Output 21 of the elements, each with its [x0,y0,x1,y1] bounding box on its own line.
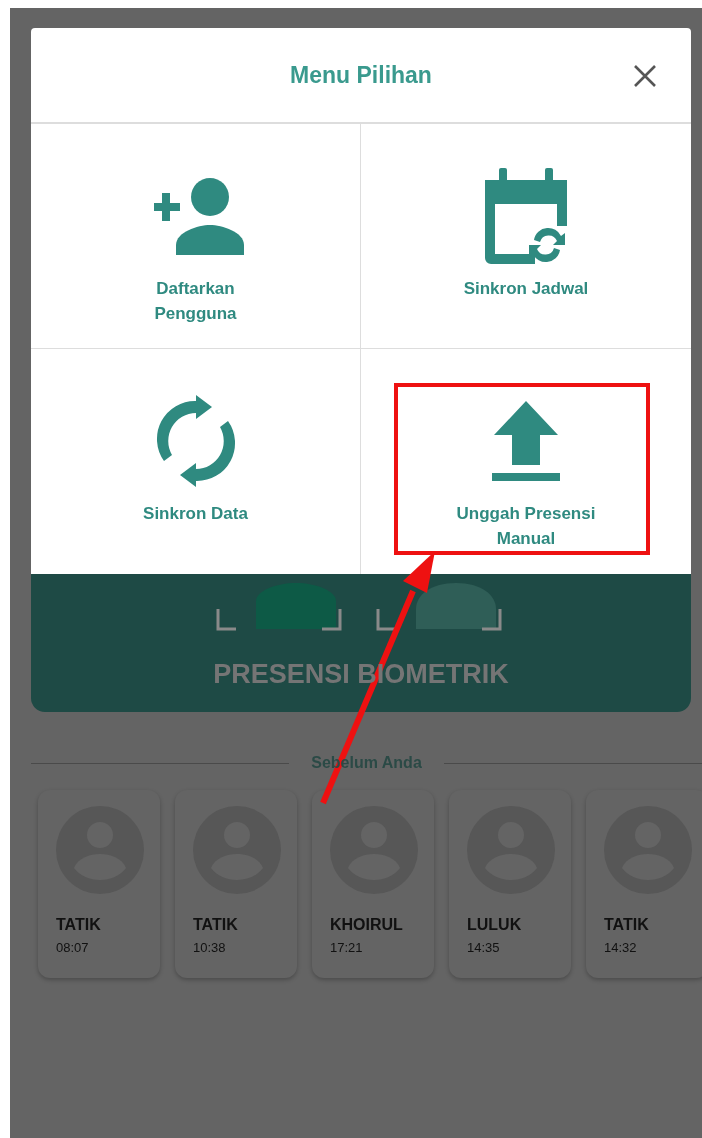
person-time: 14:32 [604,940,638,955]
person-name: TATIK [604,916,650,934]
menu-option[interactable]: Sinkron Data [31,349,361,574]
person-card[interactable]: KHOIRUL 17:21 [312,790,434,978]
person-name: TATIK [56,916,102,934]
person-card[interactable]: TATIK 14:32 [586,790,702,978]
menu-option[interactable]: Daftarkan Pengguna [31,124,361,349]
dialog-title: Menu Pilihan [290,61,432,89]
upload-icon [492,401,560,481]
person-card[interactable]: TATIK 08:07 [38,790,160,978]
sync-icon [155,395,236,487]
person-time: 08:07 [56,940,90,955]
person-card[interactable]: LULUK 14:35 [449,790,571,978]
person-time: 14:35 [467,940,501,955]
person-time: 17:21 [330,940,364,955]
person-name: TATIK [193,916,239,934]
person-time: 10:38 [193,940,227,955]
person-name: KHOIRUL [330,916,404,934]
person-name: LULUK [467,916,523,934]
person-card[interactable]: TATIK 10:38 [175,790,297,978]
close-button[interactable] [633,64,657,88]
